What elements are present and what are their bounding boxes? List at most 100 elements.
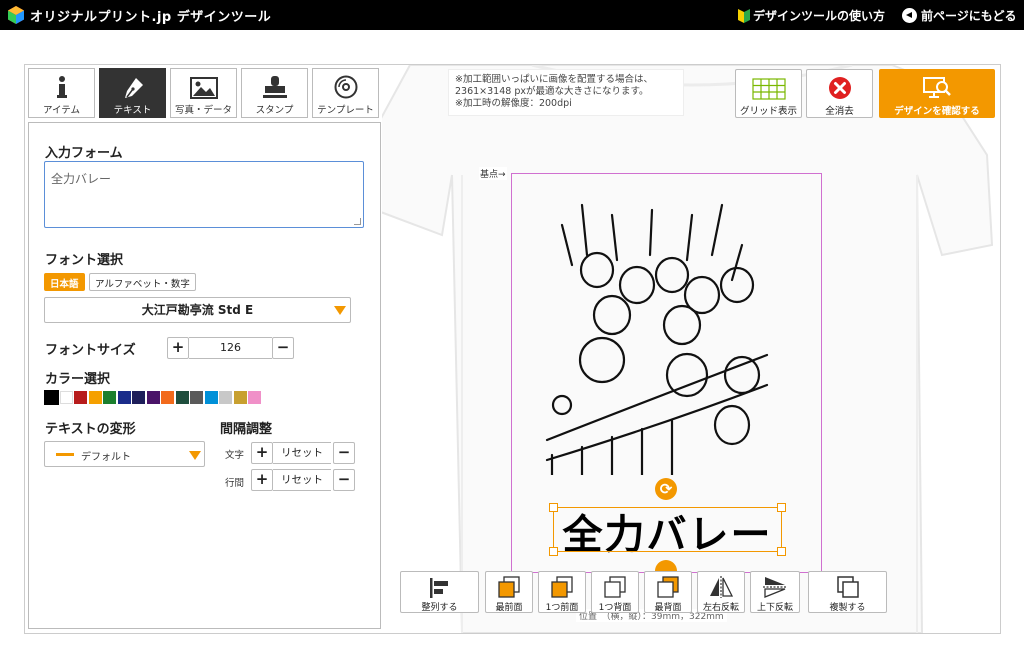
confirm-design-label: デザインを確認する (894, 106, 980, 117)
color-swatch[interactable] (88, 391, 102, 404)
disc-icon (334, 75, 357, 99)
chevron-down-icon (189, 451, 201, 460)
close-icon (828, 77, 851, 99)
color-swatch[interactable] (204, 391, 218, 404)
char-spacing-increase-button[interactable]: + (251, 442, 273, 464)
grid-toggle-label: グリッド表示 (739, 106, 797, 117)
text-warp-value: デフォルト (81, 452, 131, 463)
color-swatch[interactable] (175, 391, 189, 404)
flip-vertical-label: 上下反転 (756, 603, 793, 613)
color-swatch[interactable] (233, 391, 247, 404)
resize-handle-bottom-left[interactable] (549, 547, 558, 556)
tab-stamp[interactable]: スタンプ (241, 68, 308, 118)
line-spacing-decrease-button[interactable]: − (333, 469, 355, 491)
back-link-label: 前ページにもどる (921, 9, 1017, 23)
send-to-back-icon (657, 576, 679, 598)
tab-item[interactable]: アイテム (28, 68, 95, 118)
tab-template[interactable]: テンプレート (312, 68, 379, 118)
stamp-icon (262, 76, 287, 98)
clear-all-label: 全消去 (825, 106, 854, 117)
flip-horizontal-label: 左右反転 (702, 603, 739, 613)
help-link-label: デザインツールの使い方 (753, 9, 886, 23)
resize-grip-icon[interactable] (354, 218, 361, 225)
char-spacing-reset-button[interactable]: リセット (273, 442, 331, 464)
flip-vertical-button[interactable]: 上下反転 (750, 571, 800, 613)
top-bar: オリジナルプリント.jp デザインツール デザインツールの使い方 前ページにもど… (0, 0, 1024, 30)
font-select[interactable]: 大江戸勘亭流 Std E (44, 297, 351, 323)
rotate-handle-icon[interactable]: ⟳ (655, 478, 677, 500)
line-spacing-label: 行間 (225, 478, 245, 489)
line-spacing-increase-button[interactable]: + (251, 469, 273, 491)
font-select-value: 大江戸勘亭流 Std E (141, 303, 254, 317)
lang-japanese-button[interactable]: 日本語 (44, 273, 85, 291)
chevron-down-icon (334, 306, 346, 315)
image-icon (189, 77, 218, 99)
char-spacing-label: 文字 (225, 450, 245, 461)
note-line: ※加工時の解像度：200dpi (455, 98, 572, 109)
beginner-mark-icon (738, 8, 750, 23)
tab-photo-data[interactable]: 写真・データ (170, 68, 237, 118)
color-swatch[interactable] (103, 391, 116, 404)
help-link[interactable]: デザインツールの使い方 (738, 7, 885, 24)
grid-icon (751, 78, 786, 100)
font-size-decrease-button[interactable]: − (272, 337, 294, 359)
confirm-design-button[interactable]: デザインを確認する (879, 69, 995, 118)
tab-label: スタンプ (255, 105, 294, 116)
color-select-title: カラー選択 (45, 372, 111, 387)
color-swatch[interactable] (146, 391, 160, 404)
warp-default-icon (56, 453, 74, 456)
color-swatch[interactable] (190, 391, 203, 404)
send-to-back-label: 最背面 (654, 603, 682, 613)
input-form-title: 入力フォーム (45, 146, 123, 161)
color-swatch[interactable] (248, 391, 261, 404)
bring-to-front-label: 最前面 (495, 603, 523, 613)
line-spacing-reset-button[interactable]: リセット (273, 469, 331, 491)
resize-handle-top-right[interactable] (777, 503, 786, 512)
monitor-search-icon (923, 77, 951, 98)
send-to-back-button[interactable]: 最背面 (644, 571, 692, 613)
text-input-value: 全力バレー (51, 172, 112, 186)
spacing-title: 間隔調整 (220, 422, 273, 437)
duplicate-icon (836, 576, 859, 598)
send-backward-label: 1つ背面 (598, 603, 632, 613)
tab-label: 写真・データ (174, 105, 232, 116)
flip-vertical-icon (763, 577, 787, 598)
info-icon (56, 76, 67, 98)
logo-text[interactable]: オリジナルプリント.jp デザインツール (30, 6, 271, 25)
flip-horizontal-icon (710, 576, 733, 598)
grid-toggle-button[interactable]: グリッド表示 (735, 69, 802, 118)
tab-label: アイテム (42, 105, 81, 116)
char-spacing-decrease-button[interactable]: − (333, 442, 355, 464)
color-swatch[interactable] (161, 391, 174, 404)
bring-to-front-icon (498, 576, 520, 598)
resize-handle-bottom-right[interactable] (777, 547, 786, 556)
tab-text[interactable]: テキスト (99, 68, 166, 118)
bring-forward-button[interactable]: 1つ前面 (538, 571, 586, 613)
color-swatch[interactable] (219, 391, 232, 404)
color-swatch[interactable] (74, 391, 87, 404)
text-warp-select[interactable]: デフォルト (44, 441, 205, 467)
color-swatch[interactable] (132, 391, 145, 404)
color-swatch[interactable] (44, 390, 59, 405)
print-area-note: ※加工範囲いっぱいに画像を配置する場合は、 2361×3148 pxが最適な大き… (448, 69, 684, 116)
back-link[interactable]: 前ページにもどる (902, 7, 1017, 24)
flip-horizontal-button[interactable]: 左右反転 (697, 571, 745, 613)
text-input[interactable]: 全力バレー (44, 161, 364, 228)
send-backward-button[interactable]: 1つ背面 (591, 571, 639, 613)
font-size-value[interactable]: 126 (189, 337, 272, 359)
tab-label: テキスト (113, 105, 152, 116)
base-point-label: 基点→ (479, 167, 507, 180)
bring-to-front-button[interactable]: 最前面 (485, 571, 533, 613)
duplicate-button[interactable]: 複製する (808, 571, 887, 613)
resize-handle-top-left[interactable] (549, 503, 558, 512)
selection-box[interactable] (553, 507, 782, 552)
duplicate-label: 複製する (829, 603, 866, 613)
font-size-title: フォントサイズ (45, 343, 136, 358)
color-swatch[interactable] (117, 391, 131, 404)
color-swatch[interactable] (59, 391, 73, 404)
lang-alphanumeric-button[interactable]: アルファベット・数字 (89, 273, 196, 291)
send-backward-icon (604, 576, 626, 598)
align-button[interactable]: 整列する (400, 571, 479, 613)
font-size-increase-button[interactable]: + (167, 337, 189, 359)
clear-all-button[interactable]: 全消去 (806, 69, 873, 118)
